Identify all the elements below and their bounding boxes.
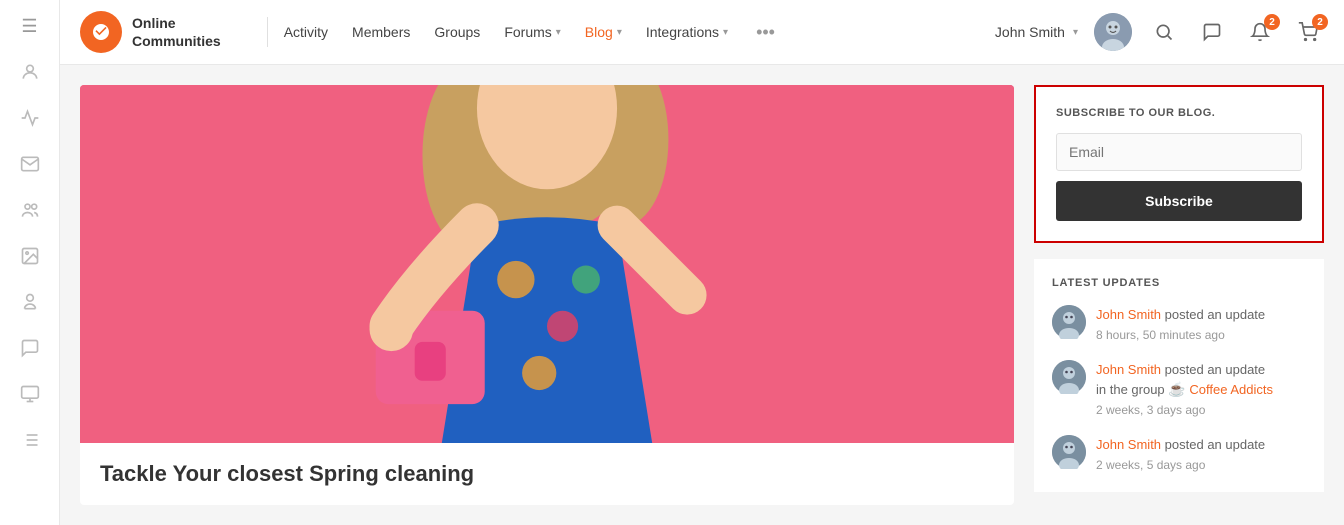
- subscribe-title: SUBSCRIBE TO OUR BLOG.: [1056, 107, 1302, 119]
- notification-badge: 2: [1264, 14, 1280, 30]
- blog-chevron-icon: ▾: [617, 27, 622, 38]
- monitor-icon[interactable]: [19, 383, 41, 405]
- list-icon[interactable]: [19, 429, 41, 451]
- blog-title-area: Tackle Your closest Spring cleaning: [80, 443, 1014, 505]
- subscribe-button[interactable]: Subscribe: [1056, 181, 1302, 221]
- update-item-3: John Smith posted an update 2 weeks, 5 d…: [1052, 435, 1306, 474]
- notifications-button[interactable]: 2: [1244, 16, 1276, 48]
- update-username-1[interactable]: John Smith: [1096, 307, 1161, 322]
- update-group-name-2[interactable]: Coffee Addicts: [1189, 382, 1273, 397]
- update-username-2[interactable]: John Smith: [1096, 362, 1161, 377]
- image-icon[interactable]: [19, 245, 41, 267]
- latest-updates: LATEST UPDATES John Smith: [1034, 259, 1324, 492]
- blog-title: Tackle Your closest Spring cleaning: [100, 461, 994, 487]
- avatar[interactable]: [1094, 13, 1132, 51]
- update-action-2: posted an update: [1165, 362, 1265, 377]
- group-icon[interactable]: [19, 199, 41, 221]
- activity-icon[interactable]: [19, 107, 41, 129]
- update-in-group: in the group: [1096, 382, 1165, 397]
- cart-badge: 2: [1312, 14, 1328, 30]
- nav-activity[interactable]: Activity: [284, 24, 328, 40]
- avatar-update-3[interactable]: [1052, 435, 1086, 469]
- messages-button[interactable]: [1196, 16, 1228, 48]
- nav-links: Activity Members Groups Forums ▾ Blog ▾ …: [284, 22, 995, 43]
- topnav-right: John Smith ▾ 2: [995, 13, 1324, 51]
- update-item: John Smith posted an update 8 hours, 50 …: [1052, 305, 1306, 344]
- forums-chevron-icon: ▾: [556, 27, 561, 38]
- subscribe-box: SUBSCRIBE TO OUR BLOG. Subscribe: [1034, 85, 1324, 243]
- nav-blog[interactable]: Blog ▾: [585, 24, 622, 40]
- user-menu[interactable]: John Smith ▾: [995, 24, 1078, 40]
- group-emoji-icon: ☕: [1168, 381, 1185, 397]
- update-item-2: John Smith posted an update in the group…: [1052, 360, 1306, 420]
- nav-groups[interactable]: Groups: [434, 24, 480, 40]
- nav-integrations[interactable]: Integrations ▾: [646, 24, 728, 40]
- hero-image: [80, 85, 1014, 443]
- integrations-chevron-icon: ▾: [723, 27, 728, 38]
- user-icon[interactable]: [19, 61, 41, 83]
- update-action-3: posted an update: [1165, 437, 1265, 452]
- logo-text: Online Communities: [132, 14, 221, 50]
- menu-hamburger-icon[interactable]: ☰: [21, 16, 37, 37]
- logo-icon: [80, 11, 122, 53]
- right-sidebar: SUBSCRIBE TO OUR BLOG. Subscribe LATEST …: [1034, 85, 1324, 505]
- cart-button[interactable]: 2: [1292, 16, 1324, 48]
- top-navigation: Online Communities Activity Members Grou…: [60, 0, 1344, 65]
- update-username-3[interactable]: John Smith: [1096, 437, 1161, 452]
- nav-divider: [267, 17, 268, 47]
- chat-icon[interactable]: [19, 337, 41, 359]
- latest-updates-title: LATEST UPDATES: [1052, 277, 1306, 289]
- inbox-icon[interactable]: [19, 153, 41, 175]
- email-input[interactable]: [1056, 133, 1302, 171]
- content-area: Tackle Your closest Spring cleaning SUBS…: [60, 65, 1344, 525]
- update-text-2: John Smith posted an update in the group…: [1096, 360, 1273, 420]
- logo-area: Online Communities: [80, 11, 221, 53]
- members-icon[interactable]: [19, 291, 41, 313]
- update-time-3: 2 weeks, 5 days ago: [1096, 456, 1265, 474]
- avatar-update-1[interactable]: [1052, 305, 1086, 339]
- search-button[interactable]: [1148, 16, 1180, 48]
- blog-main: Tackle Your closest Spring cleaning: [80, 85, 1014, 505]
- nav-forums[interactable]: Forums ▾: [504, 24, 560, 40]
- update-time-2: 2 weeks, 3 days ago: [1096, 401, 1273, 419]
- more-options-icon[interactable]: •••: [756, 22, 775, 43]
- update-text-1: John Smith posted an update 8 hours, 50 …: [1096, 305, 1265, 344]
- main-container: Online Communities Activity Members Grou…: [60, 0, 1344, 525]
- user-name: John Smith: [995, 24, 1065, 40]
- nav-members[interactable]: Members: [352, 24, 410, 40]
- avatar-update-2[interactable]: [1052, 360, 1086, 394]
- update-time-1: 8 hours, 50 minutes ago: [1096, 326, 1265, 344]
- user-chevron-icon: ▾: [1073, 27, 1078, 38]
- left-sidebar: ☰: [0, 0, 60, 525]
- update-text-3: John Smith posted an update 2 weeks, 5 d…: [1096, 435, 1265, 474]
